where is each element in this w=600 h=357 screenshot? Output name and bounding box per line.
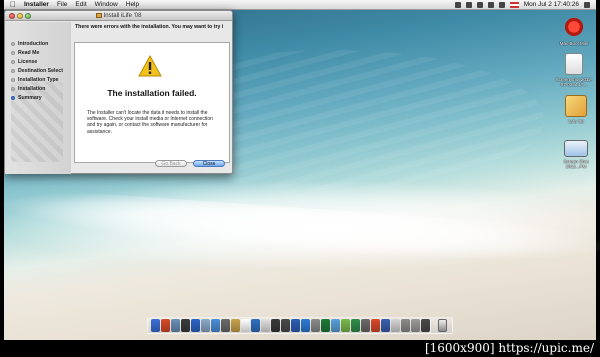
- dock-app-icon[interactable]: [191, 319, 200, 332]
- camera-icon[interactable]: [454, 1, 461, 8]
- time-machine-icon[interactable]: [465, 1, 472, 8]
- menu-clock[interactable]: Mon Jul 2 17:40:26: [524, 1, 579, 8]
- summary-content-pane: The installation failed. The Installer c…: [74, 42, 230, 163]
- step-bullet-icon: [11, 60, 15, 64]
- package-icon: [565, 95, 587, 117]
- step-summary: Summary: [11, 95, 42, 101]
- dock-app-icon[interactable]: [231, 319, 240, 332]
- step-label: Introduction: [18, 41, 49, 47]
- dock: [147, 317, 453, 334]
- failure-description: The Installer can't locate the data it n…: [87, 110, 213, 135]
- step-label: Destination Select: [18, 68, 63, 74]
- step-label: Summary: [18, 95, 42, 101]
- dock-app-icon[interactable]: [221, 319, 230, 332]
- dock-app-icon[interactable]: [271, 319, 280, 332]
- dock-app-icon[interactable]: [251, 319, 260, 332]
- window-title: Install iLife '08: [5, 12, 232, 20]
- desktop-icon-screenshot-2[interactable]: Screen Shot 2012...PM: [556, 140, 596, 169]
- bluetooth-icon[interactable]: [476, 1, 483, 8]
- dock-app-icon[interactable]: [261, 319, 270, 332]
- package-icon: [95, 12, 102, 18]
- dock-app-icon[interactable]: [421, 319, 430, 332]
- go-back-button[interactable]: Go Back: [155, 160, 187, 167]
- menu-help[interactable]: Help: [126, 1, 139, 8]
- input-flag-icon[interactable]: [509, 1, 519, 8]
- dock-app-icon[interactable]: [211, 319, 220, 332]
- hard-drive-icon: [563, 17, 585, 39]
- dock-app-icon[interactable]: [201, 319, 210, 332]
- step-license: License: [11, 59, 37, 65]
- wave-foam: [0, 186, 600, 274]
- menu-file[interactable]: File: [57, 1, 67, 8]
- step-read-me: Read Me: [11, 50, 39, 56]
- installer-steps-sidebar: Introduction Read Me License Destination…: [5, 22, 71, 174]
- step-label: License: [18, 59, 38, 65]
- screen:  Installer File Edit Window Help Mon Ju…: [0, 0, 600, 357]
- step-bullet-icon: [11, 69, 15, 73]
- dock-app-icon[interactable]: [301, 319, 310, 332]
- spotlight-icon[interactable]: [584, 1, 590, 8]
- warning-icon: [138, 55, 162, 77]
- step-installation-type: Installation Type: [11, 77, 59, 83]
- desktop-icon-label: Mac Boot Mini: [559, 41, 589, 46]
- dock-app-icon[interactable]: [161, 319, 170, 332]
- dock-app-icon[interactable]: [341, 319, 350, 332]
- step-introduction: Introduction: [11, 41, 48, 47]
- dock-app-icon[interactable]: [291, 319, 300, 332]
- step-bullet-icon: [11, 87, 15, 91]
- menu-bar:  Installer File Edit Window Help Mon Ju…: [4, 0, 596, 10]
- step-bullet-icon: [11, 42, 15, 46]
- volume-icon[interactable]: [498, 1, 505, 8]
- dock-app-icon[interactable]: [361, 319, 370, 332]
- dock-divider: [430, 320, 431, 333]
- desktop-icon-label: Screen shot 2012-07-02 at 17...: [555, 77, 593, 87]
- dock-app-icon[interactable]: [401, 319, 410, 332]
- image-watermark: [1600x900] https://upic.me/: [424, 341, 594, 355]
- menu-status-area: Mon Jul 2 17:40:26: [454, 1, 590, 8]
- dock-app-icons: [151, 319, 430, 332]
- dock-app-icon[interactable]: [171, 319, 180, 332]
- installer-background-art: [11, 82, 63, 162]
- step-label: Installation Type: [18, 77, 59, 83]
- failure-heading: The installation failed.: [107, 88, 197, 98]
- dock-app-icon[interactable]: [391, 319, 400, 332]
- trash-icon[interactable]: [438, 319, 447, 332]
- dock-app-icon[interactable]: [311, 319, 320, 332]
- screenshot-icon: [564, 140, 588, 157]
- menu-window[interactable]: Window: [95, 1, 118, 8]
- dock-app-icon[interactable]: [411, 319, 420, 332]
- window-title-text: Install iLife '08: [103, 13, 142, 19]
- dock-app-icon[interactable]: [181, 319, 190, 332]
- dock-app-icon[interactable]: [331, 319, 340, 332]
- dock-app-icon[interactable]: [151, 319, 160, 332]
- close-button[interactable]: Close: [193, 160, 225, 167]
- dock-app-icon[interactable]: [381, 319, 390, 332]
- document-icon: [565, 53, 583, 75]
- dock-app-icon[interactable]: [321, 319, 330, 332]
- dock-app-icon[interactable]: [241, 319, 250, 332]
- menu-installer[interactable]: Installer: [24, 1, 49, 8]
- step-label: Installation: [18, 86, 46, 92]
- desktop-icon-label: Screen Shot 2012...PM: [563, 159, 589, 169]
- desktop-icon-screenshot-1[interactable]: Screen shot 2012-07-02 at 17...: [554, 53, 594, 87]
- step-destination-select: Destination Select: [11, 68, 63, 74]
- desktop-icon-ilife[interactable]: iLife '08: [556, 95, 596, 124]
- desktop-icon-mac-boot[interactable]: Mac Boot Mini: [554, 17, 594, 46]
- window-titlebar[interactable]: Install iLife '08: [5, 11, 232, 21]
- step-label: Read Me: [18, 50, 40, 56]
- step-bullet-icon: [11, 51, 15, 55]
- dock-app-icon[interactable]: [371, 319, 380, 332]
- installer-window: Install iLife '08 Introduction Read Me L…: [4, 10, 233, 174]
- wifi-icon[interactable]: [487, 1, 494, 8]
- desktop-icon-label: iLife '08: [568, 119, 584, 124]
- step-installation: Installation: [11, 86, 45, 92]
- dock-app-icon[interactable]: [351, 319, 360, 332]
- apple-menu-icon[interactable]: : [8, 0, 18, 9]
- step-bullet-active-icon: [11, 96, 15, 100]
- dock-app-icon[interactable]: [281, 319, 290, 332]
- step-bullet-icon: [11, 78, 15, 82]
- menu-edit[interactable]: Edit: [75, 1, 86, 8]
- error-message-banner: There were errors with the installation.…: [75, 24, 224, 30]
